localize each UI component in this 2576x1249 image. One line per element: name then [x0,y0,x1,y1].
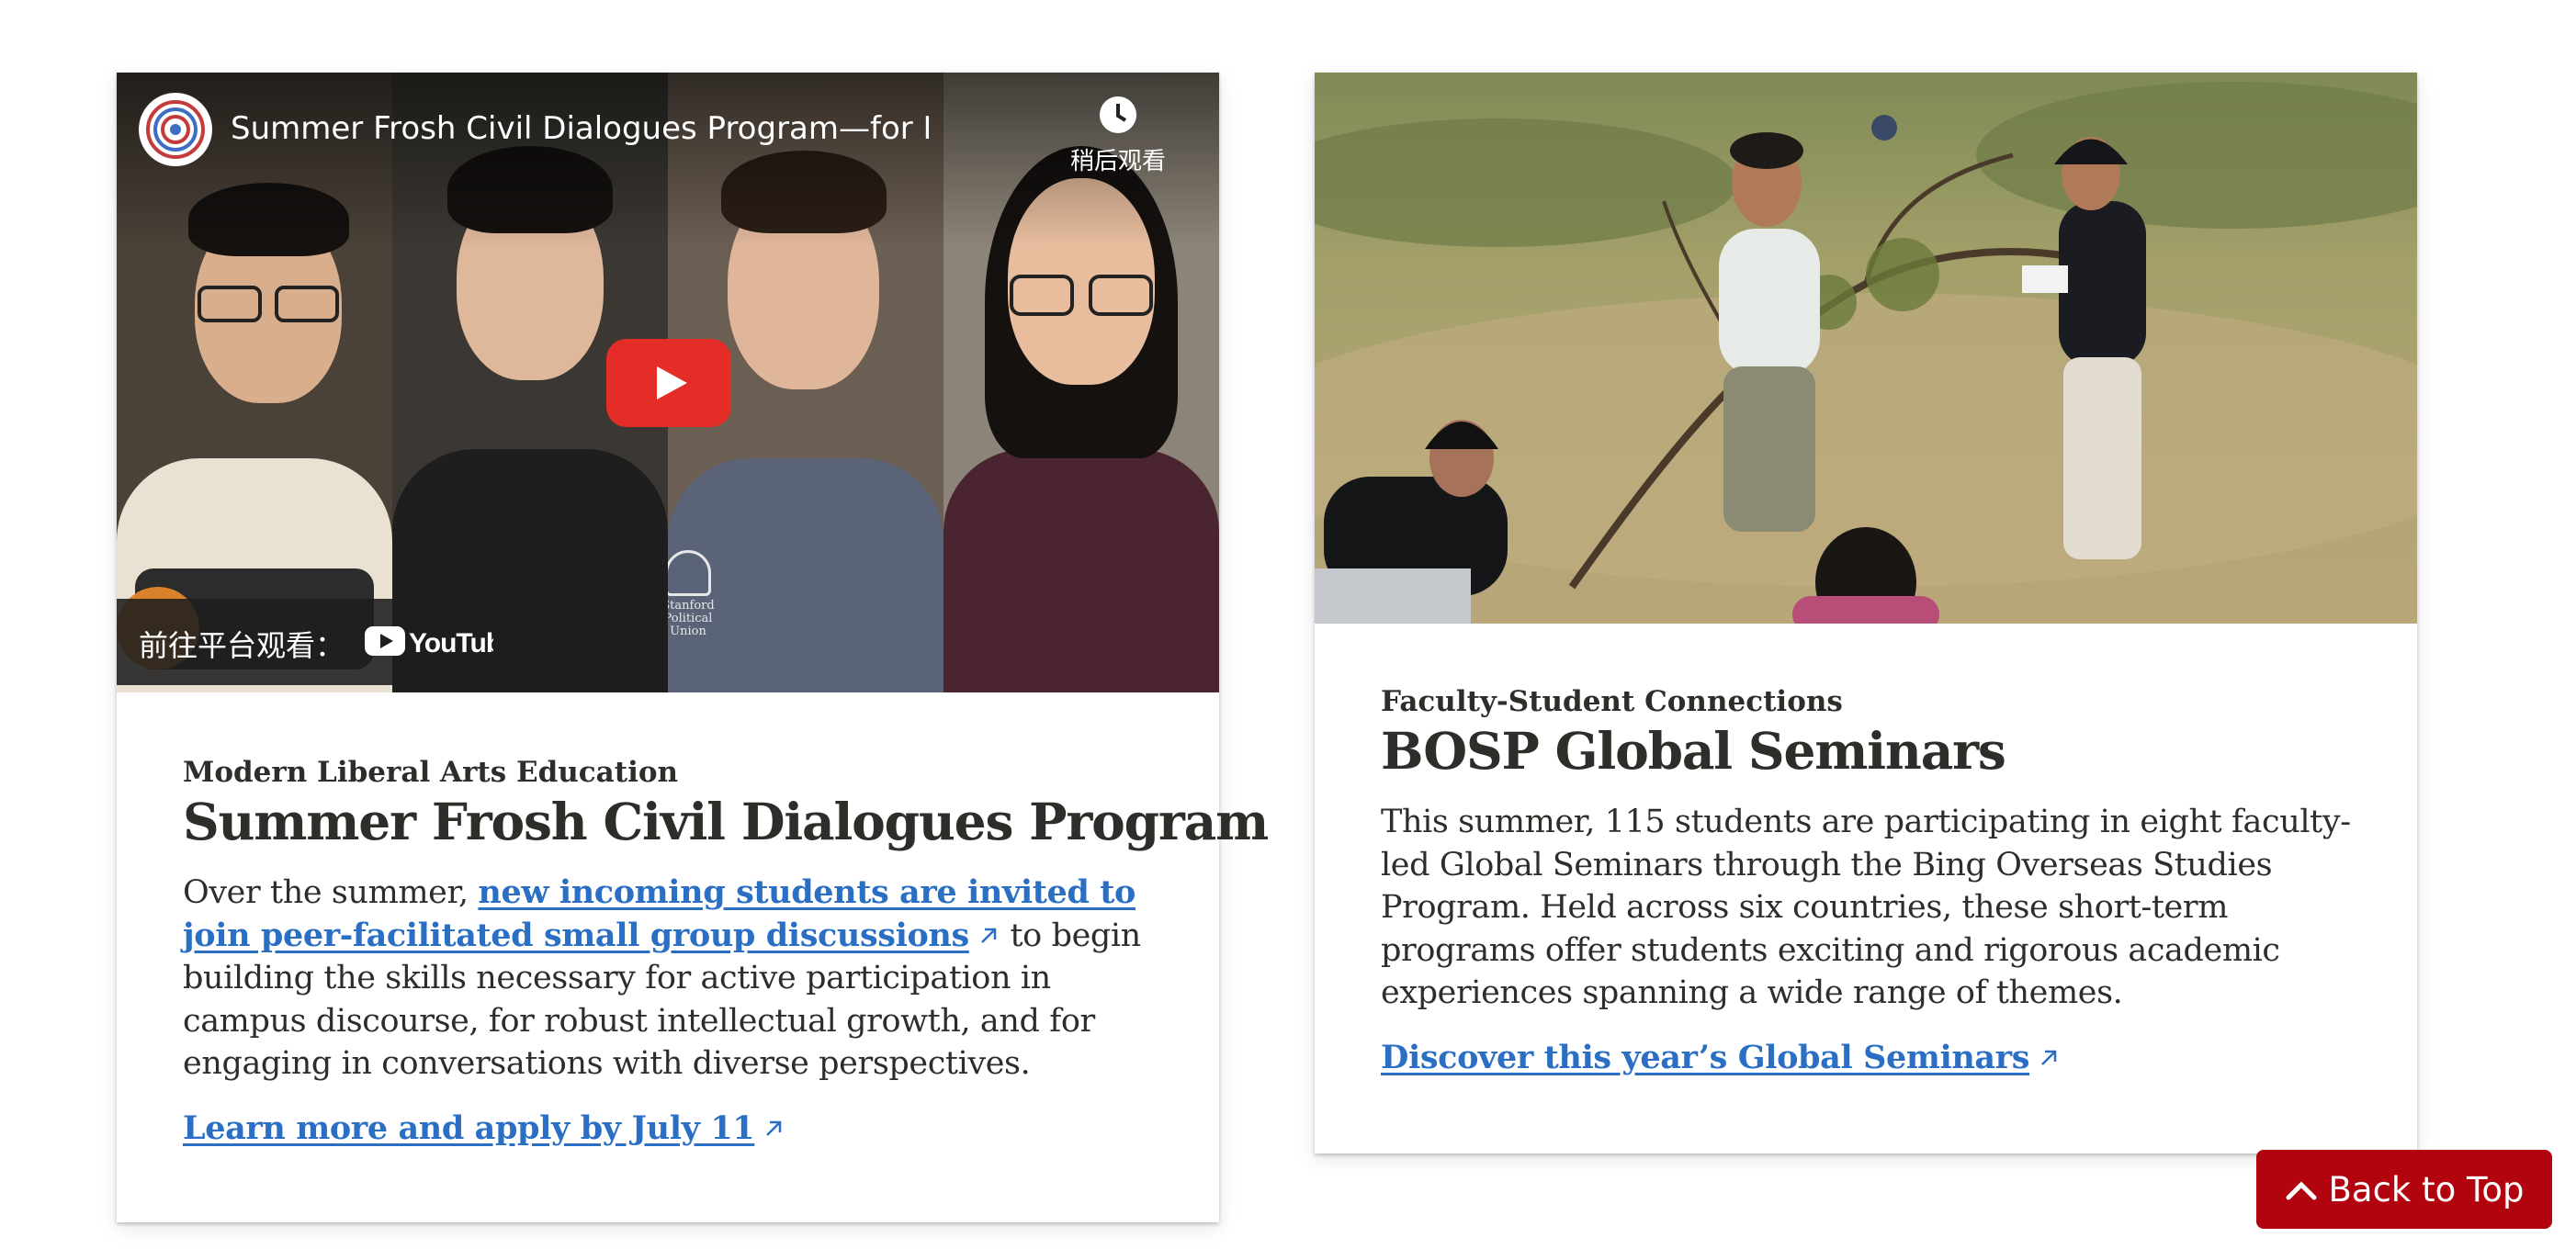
external-link-icon [2041,1050,2057,1065]
video-top-gradient [117,73,1219,247]
watch-on-youtube-bar[interactable]: 前往平台观看： YouTube [117,599,517,685]
video-card: Stanford Political Union Summer Frosh Ci… [117,73,1269,1222]
watch-on-label: 前往平台观看： [139,628,345,663]
card-title: Summer Frosh Civil Dialogues Program [183,792,1269,851]
external-link-icon [980,928,997,943]
card-eyebrow: Modern Liberal Arts Education [183,756,679,789]
back-to-top-label: Back to Top [2328,1169,2525,1210]
platform-label: YouTube [409,628,493,658]
video-title[interactable]: Summer Frosh Civil Dialogues Program—for… [231,107,929,150]
discover-seminars-link[interactable]: Discover this year’s Global Seminars [1381,1039,2029,1076]
learn-more-link[interactable]: Learn more and apply by July 11 [183,1109,755,1147]
card-title: BOSP Global Seminars [1381,721,2006,781]
stanford-political-union-watermark: Stanford Political Union [668,550,725,642]
cta-row: Learn more and apply by July 11 [183,1108,1153,1150]
card-body: Faculty-Student Connections BOSP Global … [1381,683,2351,1079]
back-to-top-button[interactable]: Back to Top [2256,1150,2552,1229]
card-description: This summer, 115 students are participat… [1381,804,2351,1011]
external-link-icon [766,1120,782,1136]
share-button[interactable]: 分享 [1194,95,1219,176]
seminar-card: Faculty-Student Connections BOSP Global … [1315,73,2417,1153]
video-player[interactable]: Stanford Political Union Summer Frosh Ci… [117,73,1219,692]
watch-later-label: 稍后观看 [1069,148,1166,175]
play-button[interactable] [606,339,731,427]
card-eyebrow: Faculty-Student Connections [1381,685,1843,718]
card-description: Over the summer, new incoming students a… [183,872,1153,1086]
clock-icon [1100,96,1136,133]
watch-later-button[interactable]: 稍后观看 [1063,95,1173,176]
youtube-logo-icon: YouTube [365,619,517,665]
play-icon [657,366,687,399]
cta-row: Discover this year’s Global Seminars [1381,1037,2351,1079]
chevron-up-icon [2286,1181,2317,1200]
field-research-photo [1315,73,2417,624]
card-body: Modern Liberal Arts Education Summer Fro… [183,754,1269,1150]
description-prefix: Over the summer, [183,874,479,911]
channel-logo-icon[interactable] [139,93,212,166]
